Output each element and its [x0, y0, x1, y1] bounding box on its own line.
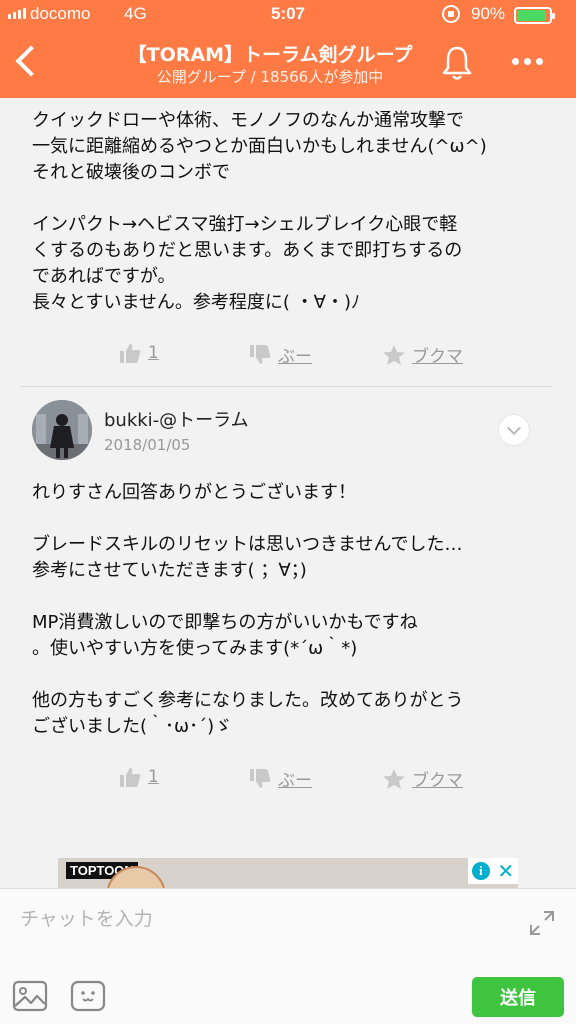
- post-line: れりすさん回答ありがとうございます！: [32, 482, 356, 503]
- back-button[interactable]: [10, 42, 46, 82]
- expand-icon[interactable]: [528, 909, 556, 937]
- post-line: クイックドローや体術、モノノフのなんか通常攻撃で: [32, 110, 464, 131]
- group-subtitle: 公開グループ / 18566人が参加中: [156, 68, 384, 86]
- thumbs-down-icon: [250, 344, 271, 364]
- post-line: であればですが。: [32, 266, 176, 287]
- post-thread[interactable]: クイックドローや体術、モノノフのなんか通常攻撃で 一気に距離縮めるやつとか面白い…: [0, 98, 576, 888]
- status-bar: docomo 4G 5:07 90%: [0, 0, 576, 30]
- post-line: [32, 584, 552, 610]
- post-body: クイックドローや体術、モノノフのなんか通常攻撃で 一気に距離縮めるやつとか面白い…: [32, 108, 552, 316]
- send-button[interactable]: 送信: [472, 977, 564, 1017]
- post-line: それと破壊後のコンボで: [32, 162, 230, 183]
- post-date: 2018/01/05: [104, 436, 191, 454]
- post-line: ございました(｀･ω･´)ゞ: [32, 716, 233, 737]
- post-line: 。使いやすい方を使ってみます(*´ω｀*): [32, 638, 358, 659]
- like-button[interactable]: 1: [118, 766, 159, 788]
- orientation-lock-icon: [442, 5, 460, 23]
- post-line: ブレードスキルのリセットは思いつきませんでした…: [32, 534, 463, 555]
- post-line: 一気に距離縮めるやつとか面白いかもしれません(^ω^): [32, 136, 487, 157]
- post-line: [32, 506, 552, 532]
- boo-button[interactable]: ぶー: [248, 342, 312, 367]
- like-button[interactable]: 1: [118, 342, 159, 364]
- sticker-icon[interactable]: [70, 979, 106, 1013]
- star-icon: [383, 768, 405, 789]
- chat-composer: 送信: [0, 888, 576, 1024]
- bookmark-button[interactable]: ブクマ: [382, 766, 463, 791]
- battery-percent: 90%: [471, 4, 506, 23]
- bell-icon[interactable]: [440, 44, 474, 82]
- post-line: [32, 186, 552, 212]
- ad-choices[interactable]: i ✕: [468, 858, 518, 884]
- post-line: 参考にさせていただきます( ；∀；): [32, 560, 307, 581]
- boo-label: ぶー: [278, 771, 312, 791]
- post-body: れりすさん回答ありがとうございます！ ブレードスキルのリセットは思いつきませんで…: [32, 480, 552, 740]
- post-line: インパクト→ヘビスマ強打→シェルブレイク心眼で軽: [32, 214, 458, 235]
- star-icon: [383, 344, 405, 365]
- top-bar: docomo 4G 5:07 90% 【TORAM】トーラム剣グループ 公開グル…: [0, 0, 576, 98]
- bookmark-label: ブクマ: [412, 771, 463, 791]
- group-title: 【TORAM】トーラム剣グループ: [127, 44, 413, 66]
- post-actions: 1 ぶー ブクマ: [0, 766, 576, 796]
- image-icon[interactable]: [12, 979, 48, 1013]
- post-divider: [20, 386, 552, 387]
- post-actions: 1 ぶー ブクマ: [0, 342, 576, 372]
- thumbs-down-icon: [250, 768, 271, 788]
- post-line: [32, 662, 552, 688]
- more-menu-icon[interactable]: [512, 58, 543, 65]
- like-count: 1: [148, 767, 159, 787]
- post-line: MP消費激しいので即撃ちの方がいいかもですね: [32, 612, 418, 633]
- post-line: 他の方もすごく参考になりました。改めてありがとう: [32, 690, 464, 711]
- post-line: 長々とすいません。参考程度に( ・∀・)ﾉ: [32, 292, 360, 313]
- info-icon[interactable]: i: [471, 862, 490, 880]
- close-icon[interactable]: ✕: [497, 861, 514, 881]
- chat-input[interactable]: [20, 901, 500, 937]
- boo-button[interactable]: ぶー: [248, 766, 312, 791]
- post-menu-button[interactable]: [498, 414, 530, 446]
- bookmark-button[interactable]: ブクマ: [382, 342, 463, 367]
- group-header: 【TORAM】トーラム剣グループ 公開グループ / 18566人が参加中: [0, 30, 576, 98]
- bookmark-label: ブクマ: [412, 347, 463, 367]
- thumbs-up-icon: [120, 768, 141, 787]
- boo-label: ぶー: [278, 347, 312, 367]
- post-line: くするのもありだと思います。あくまで即打ちするの: [32, 240, 463, 261]
- username[interactable]: bukki-@トーラム: [104, 406, 249, 432]
- thumbs-up-icon: [120, 344, 141, 363]
- like-count: 1: [148, 343, 159, 363]
- ad-banner[interactable]: TOPTOON i ✕: [58, 858, 518, 888]
- battery-icon: [514, 7, 555, 24]
- avatar[interactable]: [32, 400, 92, 460]
